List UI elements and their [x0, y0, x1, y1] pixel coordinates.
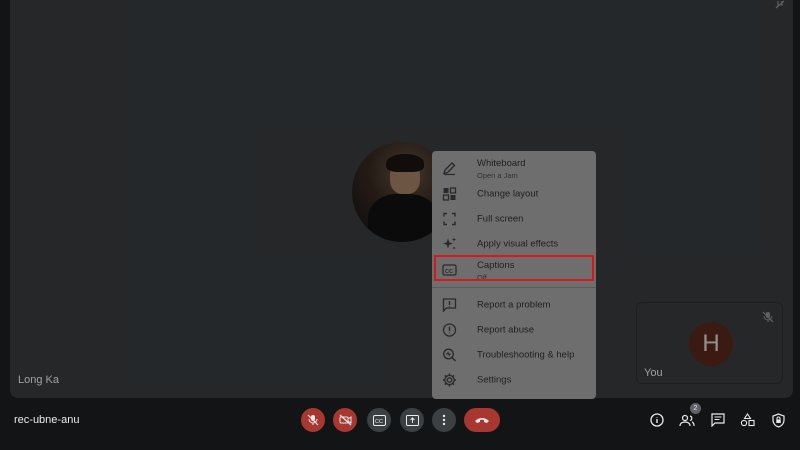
pencil-icon	[442, 161, 456, 175]
people-button[interactable]	[679, 412, 695, 428]
activities-button[interactable]	[739, 412, 755, 428]
menu-item-label: Settings	[477, 374, 512, 385]
menu-item-label: Report abuse	[477, 324, 535, 335]
mic-off-icon	[307, 414, 319, 426]
modal-overlay[interactable]	[0, 0, 800, 450]
menu-item-label: Full screen	[477, 213, 524, 224]
report-abuse-icon	[442, 322, 457, 337]
gear-icon	[443, 373, 456, 386]
shield-lock-icon	[771, 412, 785, 428]
more-vert-icon	[442, 414, 446, 426]
menu-divider	[432, 287, 596, 288]
info-icon	[650, 413, 664, 427]
report-problem-icon	[442, 297, 457, 312]
bottom-toolbar: rec-ubne-anu CC 2	[0, 398, 800, 450]
menu-item-full-screen[interactable]: Full screen	[432, 206, 596, 231]
mic-toggle-button[interactable]	[301, 408, 325, 432]
menu-item-label: Apply visual effects	[477, 238, 559, 249]
leave-call-button[interactable]	[464, 408, 500, 432]
camera-off-icon	[339, 414, 351, 426]
troubleshoot-icon	[443, 348, 457, 362]
menu-item-change-layout[interactable]: Change layout	[432, 181, 596, 206]
chat-icon	[711, 413, 725, 427]
present-icon	[405, 414, 419, 426]
captions-icon: CC	[372, 414, 386, 426]
more-options-button[interactable]	[432, 408, 456, 432]
menu-item-settings[interactable]: Settings	[432, 367, 596, 392]
more-options-menu: Whiteboard Open a Jam Change layout Full…	[432, 151, 596, 399]
menu-item-report-abuse[interactable]: Report abuse	[432, 317, 596, 342]
menu-item-visual-effects[interactable]: Apply visual effects	[432, 231, 596, 256]
menu-item-report-problem[interactable]: Report a problem	[432, 292, 596, 317]
present-screen-button[interactable]	[400, 408, 424, 432]
people-icon	[679, 414, 695, 426]
sparkle-icon	[443, 237, 456, 249]
captions-highlight-box	[434, 255, 594, 281]
host-controls-button[interactable]	[770, 412, 786, 428]
menu-item-label: Change layout	[477, 188, 539, 199]
svg-text:CC: CC	[375, 419, 383, 425]
camera-toggle-button[interactable]	[333, 408, 357, 432]
captions-button[interactable]: CC	[367, 408, 391, 432]
call-end-icon	[475, 418, 489, 423]
meeting-details-button[interactable]	[649, 412, 665, 428]
menu-item-label: Whiteboard	[477, 158, 526, 169]
meeting-code: rec-ubne-anu	[14, 414, 80, 426]
chat-button[interactable]	[710, 412, 726, 428]
menu-item-troubleshooting[interactable]: Troubleshooting & help	[432, 342, 596, 367]
menu-item-sublabel: Open a Jam	[477, 171, 518, 180]
activities-icon	[740, 413, 755, 427]
menu-item-whiteboard[interactable]: Whiteboard Open a Jam	[432, 154, 596, 181]
fullscreen-icon	[443, 212, 456, 225]
menu-item-label: Report a problem	[477, 299, 551, 310]
layout-icon	[442, 186, 457, 201]
menu-item-label: Troubleshooting & help	[477, 349, 575, 360]
